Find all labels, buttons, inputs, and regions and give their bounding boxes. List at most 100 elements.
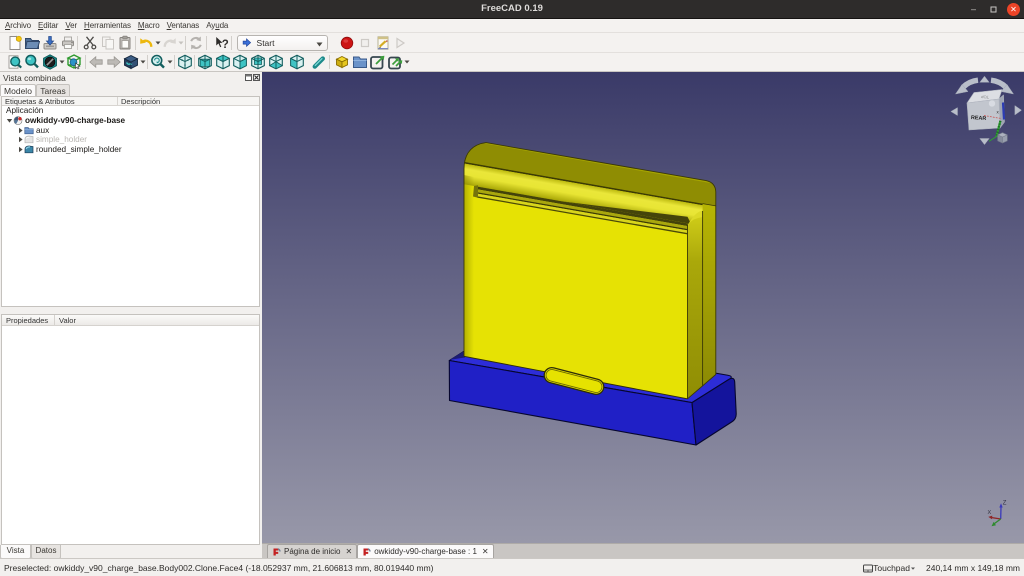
- tree-col-description[interactable]: Descripción: [118, 97, 160, 105]
- folder-icon: [24, 126, 34, 135]
- macro-play-icon: [392, 35, 408, 51]
- dock-splitter[interactable]: [0, 307, 262, 314]
- menu-editar[interactable]: Editar: [38, 21, 58, 30]
- measure-button[interactable]: [310, 53, 328, 71]
- tree-root[interactable]: Aplicación: [2, 106, 259, 116]
- dropdown-arrow-icon[interactable]: [178, 34, 184, 52]
- menu-ventanas[interactable]: Ventanas: [167, 21, 200, 30]
- tree-col-labels[interactable]: Etiquetas & Atributos: [2, 97, 118, 105]
- menu-herramientas[interactable]: Herramientas: [84, 21, 131, 30]
- toolbar-separator: [77, 36, 78, 50]
- macro-stop-button[interactable]: [356, 34, 374, 52]
- print-button[interactable]: [59, 34, 77, 52]
- draw-style-button[interactable]: [41, 53, 59, 71]
- zoom-icon: [150, 54, 166, 70]
- open-folder-icon: [24, 35, 40, 51]
- view-front-button[interactable]: [196, 53, 214, 71]
- dropdown-arrow-icon[interactable]: [404, 53, 410, 71]
- expander-closed-icon[interactable]: [16, 127, 24, 134]
- menu-macro[interactable]: Macro: [138, 21, 160, 30]
- select-box-button[interactable]: [65, 53, 83, 71]
- model-tree: Etiquetas & Atributos Descripción Aplica…: [1, 96, 260, 307]
- fit-selection-button[interactable]: [24, 53, 42, 71]
- tree-item-rounded-simple-holder[interactable]: rounded_simple_holder: [2, 145, 259, 155]
- expander-closed-icon[interactable]: [16, 136, 24, 143]
- view-top-button[interactable]: [214, 53, 232, 71]
- view-right-button[interactable]: [232, 53, 250, 71]
- link-make-relative-button[interactable]: [386, 53, 404, 71]
- property-header: Propiedades Valor: [2, 315, 259, 326]
- window-title: FreeCAD 0.19: [0, 3, 1024, 14]
- tree-rows: Aplicaciónowkiddy-v90-charge-baseauxsimp…: [2, 106, 259, 154]
- view-front-icon: [197, 54, 213, 70]
- nav-back-icon: [88, 54, 104, 70]
- menu-ver[interactable]: Ver: [65, 21, 77, 30]
- nav-back-button[interactable]: [87, 53, 105, 71]
- nav-forward-button[interactable]: [105, 53, 123, 71]
- mdi-tab-bar: Página de inicio ✕ owkiddy-v90-charge-ba…: [262, 543, 1024, 558]
- tree-item-aux[interactable]: aux: [2, 125, 259, 135]
- view-bottom-button[interactable]: [267, 53, 285, 71]
- svg-text:?: ?: [222, 39, 229, 51]
- save-button[interactable]: [41, 34, 59, 52]
- nav-mini-cube[interactable]: [998, 133, 1008, 143]
- refresh-button[interactable]: [187, 34, 205, 52]
- viewport-3d[interactable]: REARTOPxZX Página de inicio ✕ owkiddy-v9…: [262, 72, 1024, 558]
- dropdown-arrow-icon[interactable]: [167, 53, 173, 71]
- measure-icon: [311, 54, 327, 70]
- mdi-tab-start-page[interactable]: Página de inicio ✕: [267, 544, 357, 558]
- minimize-button[interactable]: –: [967, 3, 980, 16]
- tree-item-owkiddy-v90-charge-base[interactable]: owkiddy-v90-charge-base: [2, 116, 259, 126]
- axonometric-box-button[interactable]: [123, 53, 141, 71]
- paste-button[interactable]: [117, 34, 135, 52]
- copy-button[interactable]: [99, 34, 117, 52]
- cut-button[interactable]: [81, 34, 99, 52]
- nav-cube-face-label: REAR: [971, 115, 987, 122]
- dock-float-icon[interactable]: [245, 74, 252, 81]
- zoom-button[interactable]: [149, 53, 167, 71]
- mdi-tab-label: owkiddy-v90-charge-base : 1: [374, 547, 477, 556]
- nav-style-selector[interactable]: Touchpad: [873, 563, 910, 573]
- view-left-button[interactable]: [288, 53, 306, 71]
- combo-view-panel: Vista combinada Modelo Tareas Etiquetas …: [0, 72, 262, 545]
- mdi-tab-close-icon[interactable]: ✕: [482, 547, 489, 556]
- expander-closed-icon[interactable]: [16, 146, 24, 153]
- menu-archivo[interactable]: Archivo: [5, 21, 31, 30]
- fit-all-button[interactable]: [6, 53, 24, 71]
- view-axonometric-button[interactable]: [176, 53, 194, 71]
- tree-item-simple-holder[interactable]: simple_holder: [2, 135, 259, 145]
- macro-edit-button[interactable]: [374, 34, 392, 52]
- macro-record-button[interactable]: [339, 34, 357, 52]
- workbench-selector[interactable]: Start: [237, 35, 328, 51]
- mdi-tab-document[interactable]: owkiddy-v90-charge-base : 1 ✕: [357, 544, 493, 558]
- menu-ayuda[interactable]: Ayuda: [206, 21, 228, 30]
- open-folder-button[interactable]: [24, 34, 42, 52]
- group-create-icon: [352, 54, 368, 70]
- statusbar: Preselected: owkiddy_v90_charge_base.Bod…: [0, 558, 1024, 576]
- group-create-button[interactable]: [351, 53, 369, 71]
- view-rear-button[interactable]: [249, 53, 267, 71]
- new-document-button[interactable]: [6, 34, 24, 52]
- tab-datos[interactable]: Datos: [31, 545, 61, 559]
- property-col-value[interactable]: Valor: [55, 315, 76, 325]
- tab-tareas[interactable]: Tareas: [36, 84, 70, 97]
- save-icon: [42, 35, 58, 51]
- mdi-tab-close-icon[interactable]: ✕: [345, 547, 352, 556]
- maximize-button[interactable]: [987, 3, 1000, 16]
- dock-close-icon[interactable]: [253, 74, 260, 81]
- whats-this-button[interactable]: ?: [212, 34, 230, 52]
- scene-3d[interactable]: REARTOPxZX: [262, 72, 1024, 543]
- expander-open-icon[interactable]: [5, 117, 13, 124]
- tab-vista[interactable]: Vista: [0, 545, 31, 559]
- redo-button[interactable]: [161, 34, 179, 52]
- macro-play-button[interactable]: [391, 34, 409, 52]
- close-button[interactable]: ✕: [1007, 3, 1020, 16]
- link-make-button[interactable]: [369, 53, 387, 71]
- part-create-button[interactable]: [334, 53, 352, 71]
- toolbar-separator: [135, 36, 136, 50]
- property-col-name[interactable]: Propiedades: [2, 315, 55, 325]
- toolbar-separator: [85, 55, 86, 69]
- undo-button[interactable]: [137, 34, 155, 52]
- dropdown-arrow-icon[interactable]: [140, 53, 146, 71]
- tab-modelo[interactable]: Modelo: [0, 84, 36, 97]
